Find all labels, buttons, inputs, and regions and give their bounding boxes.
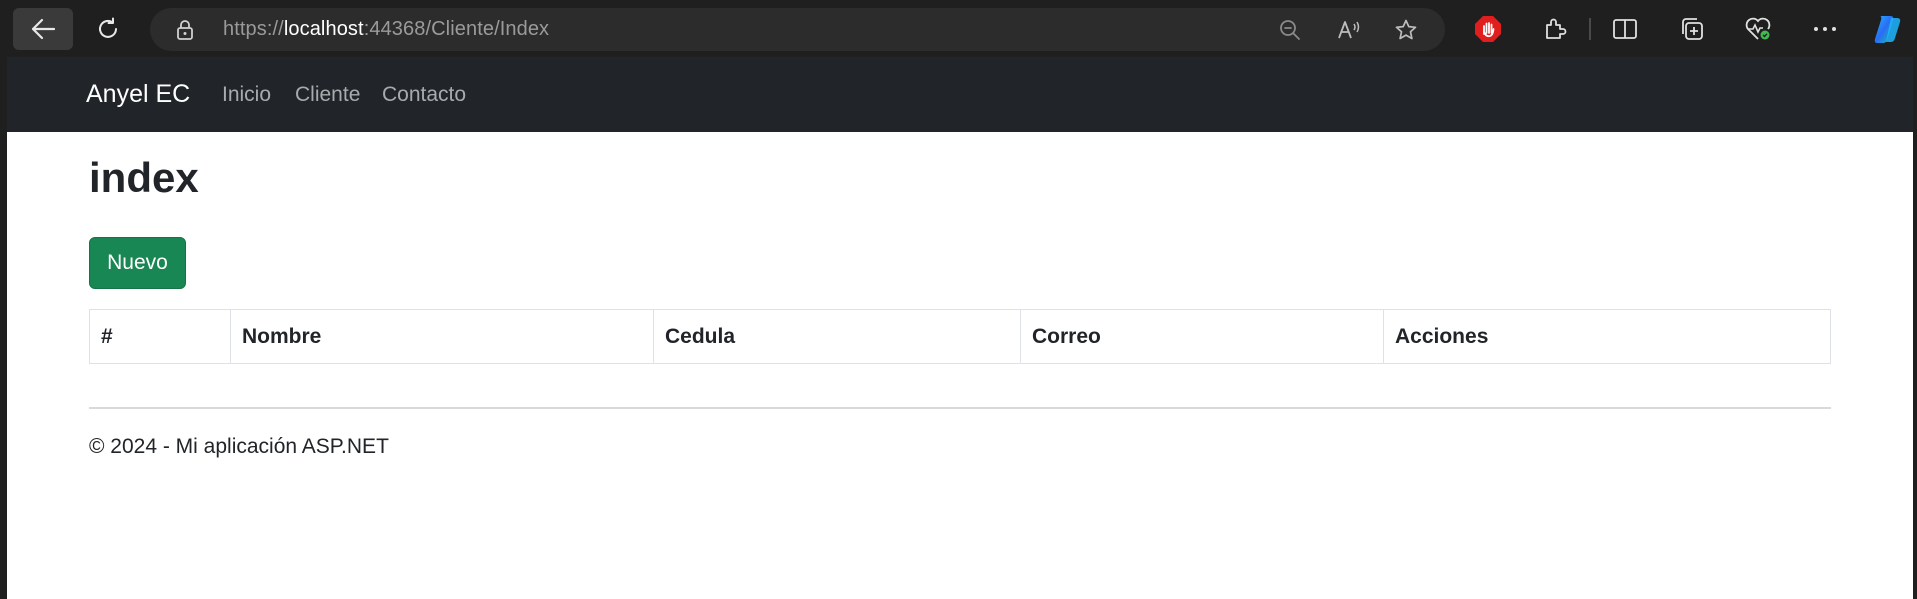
zoom-out-icon[interactable] [1278,18,1302,42]
nav-link-contacto[interactable]: Contacto [382,57,466,132]
copilot-icon[interactable] [1870,11,1906,47]
column-header-acciones: Acciones [1395,325,1489,348]
column-header-cedula: Cedula [654,310,1021,363]
collections-icon[interactable] [1677,14,1707,44]
read-aloud-icon[interactable] [1336,18,1360,42]
browser-toolbar: https://localhost:44368/Cliente/Index [0,0,1917,57]
new-client-button[interactable]: Nuevo [89,237,186,289]
navbar-brand[interactable]: Anyel EC [86,57,190,132]
footer-text: © 2024 - Mi aplicación ASP.NET [89,435,389,458]
favorite-star-icon[interactable] [1394,18,1418,42]
nav-link-inicio[interactable]: Inicio [222,57,271,132]
reload-icon [99,17,117,38]
url-host: localhost [283,18,364,40]
back-button[interactable] [13,8,73,50]
toolbar-separator [1589,18,1591,40]
url-text[interactable]: https://localhost:44368/Cliente/Index [223,8,549,51]
back-arrow-icon [31,18,56,40]
footer-divider [89,407,1831,409]
column-header-nombre: Nombre [231,310,654,363]
address-bar[interactable]: https://localhost:44368/Cliente/Index [150,8,1445,51]
reload-button[interactable] [78,8,138,50]
site-navbar: Anyel EC Inicio Cliente Contacto [7,57,1913,132]
column-header-number: # [90,310,231,363]
clients-table-header: # Nombre Cedula Correo Acciones [89,309,1831,364]
column-header-correo: Correo [1021,310,1384,363]
nav-link-cliente[interactable]: Cliente [295,57,360,132]
split-screen-icon[interactable] [1610,14,1640,44]
url-path: :44368/Cliente/Index [363,18,550,40]
stop-hand-icon[interactable] [1473,14,1503,44]
more-icon[interactable] [1810,14,1840,44]
lock-icon[interactable] [176,19,194,46]
url-scheme: https:// [223,18,284,40]
browser-essentials-icon[interactable] [1743,14,1773,44]
page-title: index [89,154,199,201]
page-viewport: Anyel EC Inicio Cliente Contacto index N… [7,57,1913,599]
extensions-icon[interactable] [1540,14,1570,44]
